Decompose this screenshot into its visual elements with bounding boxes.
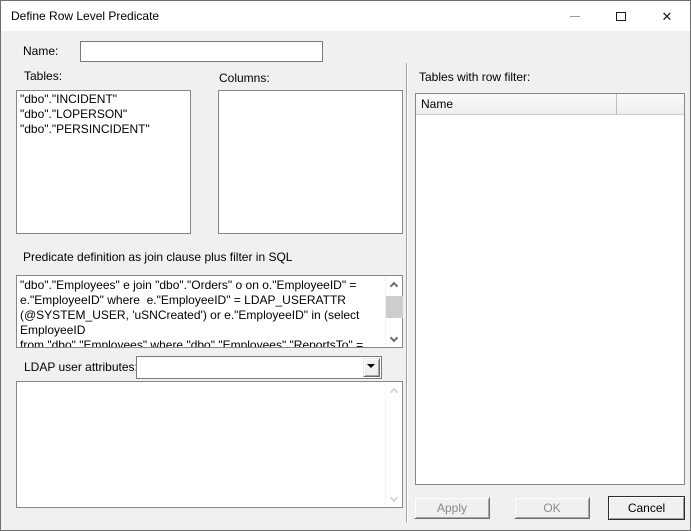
predicate-label: Predicate definition as join clause plus… (23, 250, 292, 264)
title-bar: Define Row Level Predicate ✕ (1, 1, 690, 31)
tables-with-row-filter-label: Tables with row filter: (419, 70, 530, 84)
scroll-up-icon[interactable] (390, 386, 398, 394)
name-label: Name: (23, 44, 58, 58)
maximize-button[interactable] (598, 1, 644, 31)
apply-button[interactable]: Apply (414, 497, 490, 519)
minimize-icon (570, 16, 580, 17)
close-button[interactable]: ✕ (644, 1, 690, 31)
caption-buttons: ✕ (552, 1, 690, 31)
listview-header-name[interactable]: Name (416, 94, 617, 114)
panel-divider (406, 63, 408, 522)
chevron-down-icon (367, 364, 375, 368)
table-list-item[interactable]: "dbo"."LOPERSON" (17, 107, 190, 122)
predicate-scrollbar[interactable] (385, 276, 402, 347)
minimize-button[interactable] (552, 1, 598, 31)
tables-listbox[interactable]: "dbo"."INCIDENT""dbo"."LOPERSON""dbo"."P… (16, 90, 191, 234)
columns-label: Columns: (219, 71, 270, 85)
cancel-button[interactable]: Cancel (608, 496, 685, 520)
table-list-item[interactable]: "dbo"."PERSINCIDENT" (17, 122, 190, 137)
scroll-thumb[interactable] (386, 296, 403, 318)
notes-scrollbar[interactable] (385, 382, 402, 507)
close-icon: ✕ (662, 10, 673, 23)
combobox-drop-button[interactable] (363, 358, 380, 377)
scroll-down-icon[interactable] (390, 495, 398, 503)
define-row-level-predicate-dialog: Define Row Level Predicate ✕ Name: Table… (0, 0, 691, 531)
dialog-title: Define Row Level Predicate (1, 9, 552, 23)
row-filter-listview[interactable]: Name (415, 93, 685, 485)
listview-header-extra[interactable] (617, 94, 684, 114)
scroll-down-icon[interactable] (390, 335, 398, 343)
filter-notes-text (17, 382, 385, 507)
name-input[interactable] (80, 41, 323, 62)
scroll-up-icon[interactable] (390, 280, 398, 288)
predicate-sql-text: "dbo"."Employees" e join "dbo"."Orders" … (17, 276, 385, 347)
table-list-item[interactable]: "dbo"."INCIDENT" (17, 92, 190, 107)
maximize-icon (616, 12, 626, 21)
columns-listbox[interactable] (218, 90, 403, 234)
ldap-attributes-combobox[interactable] (136, 356, 382, 379)
predicate-sql-textarea[interactable]: "dbo"."Employees" e join "dbo"."Orders" … (16, 275, 403, 348)
filter-notes-textarea[interactable] (16, 381, 403, 508)
ok-button[interactable]: OK (514, 497, 590, 519)
listview-header: Name (416, 94, 684, 115)
tables-label: Tables: (24, 69, 62, 83)
ldap-attributes-label: LDAP user attributes: (24, 360, 138, 374)
